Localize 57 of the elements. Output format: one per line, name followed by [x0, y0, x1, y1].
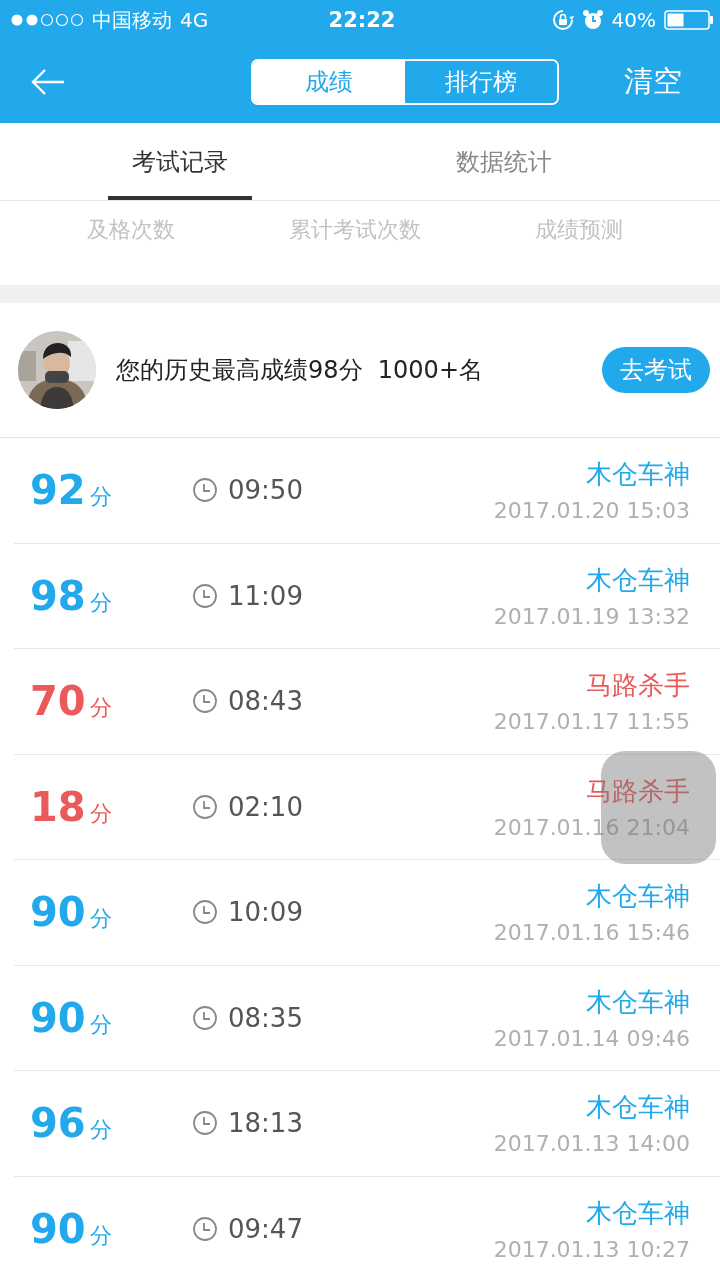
battery-icon [664, 10, 714, 30]
clock-icon [192, 899, 218, 926]
duration-text: 10:09 [228, 897, 303, 928]
score-text: 90 分 [29, 994, 113, 1041]
duration-text: 08:43 [228, 686, 303, 717]
exam-date: 2017.01.17 11:55 [493, 709, 690, 735]
stat-label: 成绩预测 [535, 216, 623, 244]
tab[interactable]: 考试记录 [108, 123, 252, 200]
exam-date: 2017.01.16 15:46 [493, 920, 690, 946]
rank-title: 马路杀手 [586, 669, 690, 703]
signal-icon [10, 13, 84, 27]
rank-title: 木仓车神 [586, 1196, 690, 1230]
score-text: 98 分 [29, 572, 113, 619]
network-type: 4G [180, 8, 209, 32]
duration-text: 09:47 [228, 1213, 303, 1244]
clock-icon [192, 477, 218, 504]
clear-button[interactable]: 清空 [624, 61, 682, 102]
rank-title: 木仓车神 [586, 880, 690, 914]
stat-label: 及格次数 [87, 216, 175, 244]
duration-text: 09:50 [228, 475, 303, 506]
score-text: 18 分 [29, 783, 113, 830]
score-text: 92 分 [29, 467, 113, 514]
exam-date: 2017.01.14 09:46 [493, 1025, 690, 1051]
stat-label: 累计考试次数 [289, 216, 421, 244]
clock-icon [192, 688, 218, 715]
exam-date: 2017.01.20 15:03 [493, 498, 690, 524]
duration-text: 02:10 [228, 791, 303, 822]
score-text: 90 分 [29, 889, 113, 936]
take-exam-button[interactable]: 去考试 [602, 347, 710, 393]
exam-date: 2017.01.13 14:00 [493, 1131, 690, 1157]
battery-percent: 40% [611, 8, 656, 32]
clock-time: 22:22 [328, 8, 396, 32]
rank-title: 木仓车神 [586, 458, 690, 492]
exam-date: 2017.01.19 13:32 [493, 603, 690, 629]
clock-icon [192, 1110, 218, 1137]
rotation-lock-icon [551, 9, 574, 31]
rank-title: 木仓车神 [586, 563, 690, 597]
clock-icon [192, 582, 218, 609]
duration-text: 08:35 [228, 1002, 303, 1033]
rank-title: 木仓车神 [586, 985, 690, 1019]
duration-text: 11:09 [228, 580, 303, 611]
rank-title: 马路杀手 [586, 774, 690, 808]
score-text: 96 分 [29, 1100, 113, 1147]
duration-text: 18:13 [228, 1108, 303, 1139]
score-text: 70 分 [29, 678, 113, 725]
clock-icon [192, 1004, 218, 1031]
alarm-icon [581, 9, 604, 31]
exam-date: 2017.01.13 10:27 [493, 1236, 690, 1262]
score-text: 90 分 [29, 1205, 113, 1252]
clock-icon [192, 1215, 218, 1242]
best-score-text: 您的历史最高成绩98分 1000+名 [116, 355, 484, 386]
tab[interactable]: 数据统计 [288, 123, 720, 200]
back-arrow-icon [30, 67, 66, 96]
clock-icon [192, 793, 218, 820]
carrier-name: 中国移动 [92, 6, 172, 34]
segment-tab[interactable]: 成绩 [253, 60, 405, 103]
rank-title: 木仓车神 [586, 1091, 690, 1125]
